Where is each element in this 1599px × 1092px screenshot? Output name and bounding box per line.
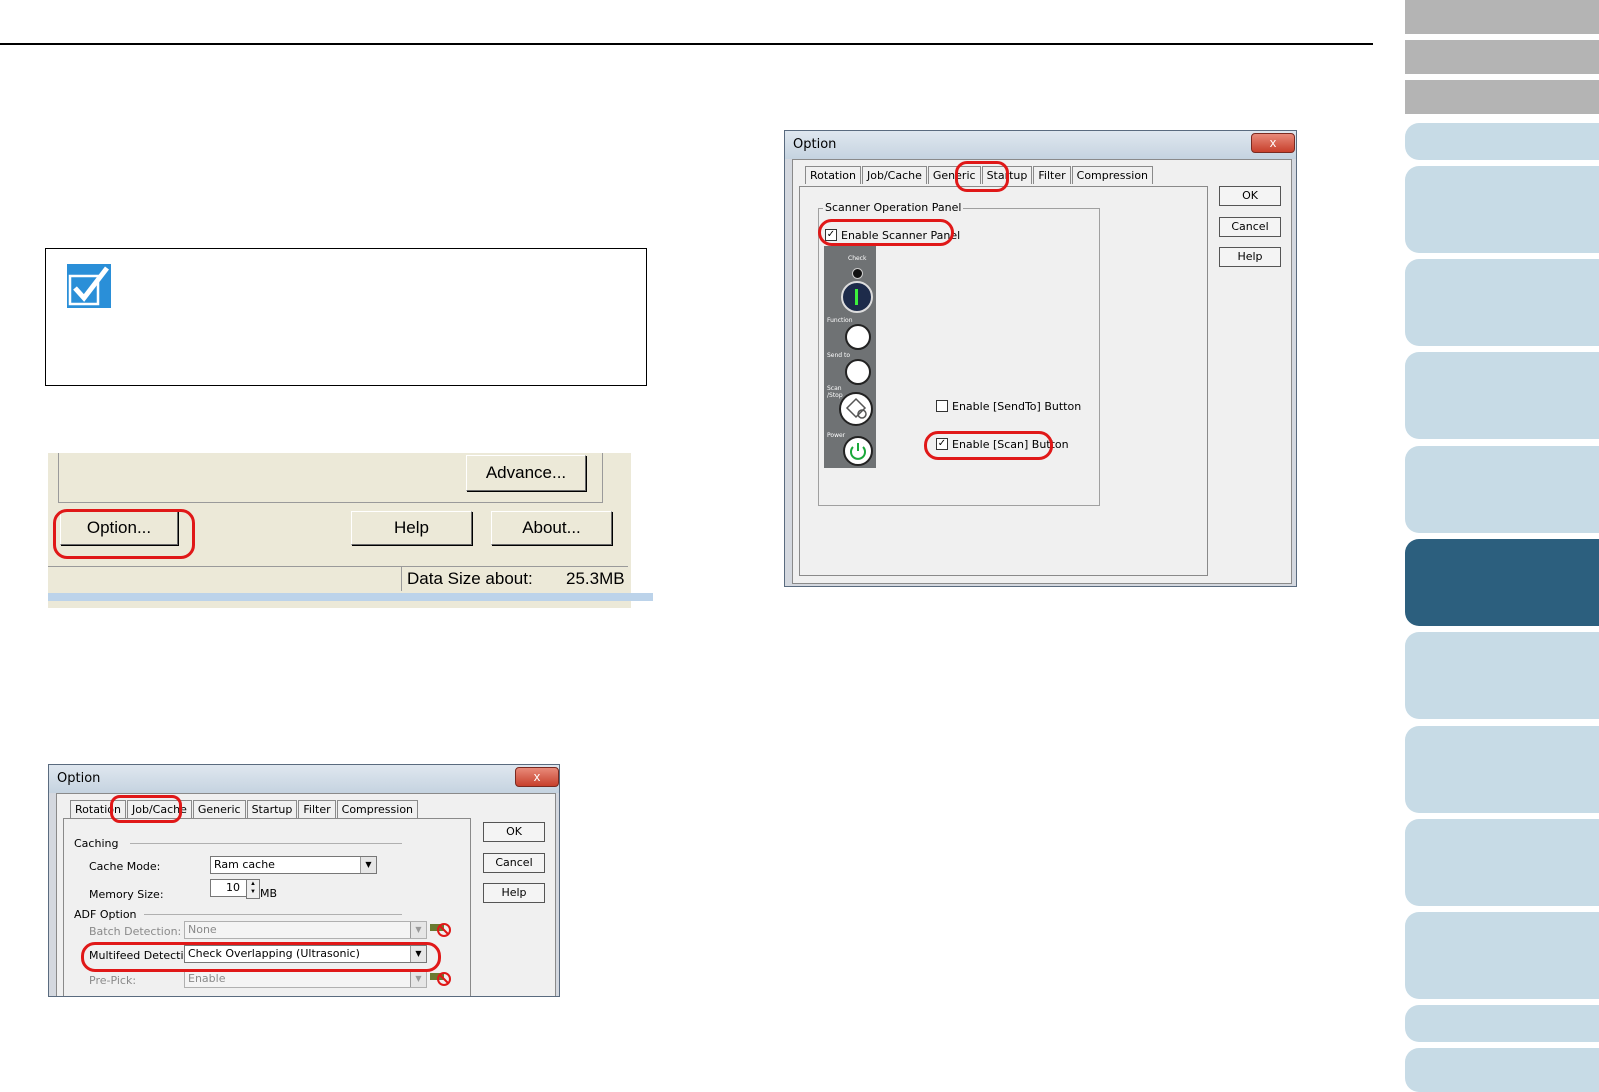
not-supported-icon <box>430 972 451 986</box>
power-icon <box>850 443 866 460</box>
prepick-label: Pre-Pick: <box>89 974 137 987</box>
adf-option-label: ADF Option <box>74 908 137 921</box>
help-button[interactable]: Help <box>483 883 545 903</box>
nav-tab-1[interactable] <box>1405 0 1599 34</box>
prepick-select: Enable ▼ <box>184 970 427 988</box>
batch-detection-value: None <box>188 923 217 936</box>
function-label: Function <box>827 317 853 324</box>
window-edge <box>631 453 653 608</box>
multifeed-highlight-ring <box>81 942 441 972</box>
nav-tab-3[interactable] <box>1405 80 1599 114</box>
help-button[interactable]: Help <box>351 511 472 545</box>
adf-separator <box>144 914 402 915</box>
cache-mode-label: Cache Mode: <box>89 860 161 873</box>
not-supported-icon <box>430 923 451 937</box>
nav-tab-9-active[interactable] <box>1405 539 1599 626</box>
jobcache-tab-highlight-ring <box>110 795 182 823</box>
nav-tab-7[interactable] <box>1405 352 1599 439</box>
nav-tab-15[interactable] <box>1405 1048 1599 1092</box>
tab-compression[interactable]: Compression <box>1071 166 1154 184</box>
cache-mode-select[interactable]: Ram cache ▼ <box>210 856 377 874</box>
nav-tab-8[interactable] <box>1405 446 1599 533</box>
tab-rotation[interactable]: Rotation <box>805 166 862 184</box>
tab-compression[interactable]: Compression <box>336 800 419 818</box>
tab-filter[interactable]: Filter <box>1033 166 1071 184</box>
ok-button[interactable]: OK <box>483 822 545 842</box>
memory-size-input[interactable]: 10 <box>210 879 247 897</box>
function-number-display <box>841 281 873 313</box>
tab-filter[interactable]: Filter <box>298 800 336 818</box>
nav-tab-6[interactable] <box>1405 259 1599 346</box>
advance-button[interactable]: Advance... <box>466 455 586 491</box>
dialog-title: Option <box>57 771 101 786</box>
header-rule <box>0 43 1373 45</box>
nav-tab-4[interactable] <box>1405 123 1599 160</box>
nav-tab-5[interactable] <box>1405 166 1599 253</box>
about-button[interactable]: About... <box>491 511 612 545</box>
nav-tab-12[interactable] <box>1405 819 1599 906</box>
nav-tab-14[interactable] <box>1405 1005 1599 1042</box>
scanner-panel-image: Check Function Send to Scan /Stop Power <box>824 246 876 468</box>
memory-size-value: 10 <box>226 881 240 894</box>
dialog-titlebar: Option <box>785 131 1296 159</box>
note-box <box>45 248 647 386</box>
prepick-value: Enable <box>188 972 226 985</box>
cancel-button[interactable]: Cancel <box>1219 217 1281 237</box>
scan-button <box>839 392 873 426</box>
scan-icon <box>845 397 867 419</box>
enable-sendto-label: Enable [SendTo] Button <box>952 400 1082 413</box>
tab-startup[interactable]: Startup <box>246 800 298 818</box>
check-indicator <box>852 268 863 279</box>
cancel-button[interactable]: Cancel <box>483 853 545 873</box>
enable-scan-highlight-ring <box>924 431 1053 460</box>
checkmark-icon <box>67 264 111 308</box>
power-label: Power <box>827 432 846 439</box>
help-button[interactable]: Help <box>1219 247 1281 267</box>
chevron-down-icon: ▼ <box>410 971 426 987</box>
caching-label: Caching <box>74 837 119 850</box>
status-field: Data Size about: 25.3MB <box>401 567 628 591</box>
check-label: Check <box>848 255 867 262</box>
chevron-down-icon[interactable]: ▼ <box>360 857 376 873</box>
caching-separator <box>130 843 402 844</box>
power-button <box>843 436 873 466</box>
cache-mode-value: Ram cache <box>214 858 275 871</box>
group-label: Scanner Operation Panel <box>823 201 964 214</box>
dialog-title: Option <box>793 137 837 152</box>
function-button <box>845 324 871 350</box>
close-button[interactable]: x <box>515 767 559 787</box>
nav-tab-13[interactable] <box>1405 912 1599 999</box>
data-size-value: 25.3MB <box>566 569 625 588</box>
startup-tab-highlight-ring <box>955 161 1009 192</box>
ok-button[interactable]: OK <box>1219 186 1281 206</box>
data-size-label: Data Size about: <box>407 569 533 588</box>
memory-size-unit: MB <box>260 887 278 900</box>
sendto-label: Send to <box>827 352 851 359</box>
nav-tab-11[interactable] <box>1405 726 1599 813</box>
digit-display <box>855 289 858 305</box>
enable-panel-highlight-ring <box>818 219 954 246</box>
chevron-down-icon: ▼ <box>410 922 426 938</box>
option-highlight-ring <box>53 509 195 559</box>
nav-tab-10[interactable] <box>1405 632 1599 719</box>
memory-size-stepper[interactable]: ▲ ▼ <box>246 879 260 899</box>
dialog-titlebar: Option <box>49 765 559 793</box>
close-button[interactable]: x <box>1251 133 1295 153</box>
memory-size-label: Memory Size: <box>89 888 164 901</box>
window-bottom-border <box>48 593 653 601</box>
enable-sendto-checkbox[interactable] <box>936 400 948 412</box>
sendto-button <box>845 359 871 385</box>
nav-tab-2[interactable] <box>1405 40 1599 74</box>
tab-job-cache[interactable]: Job/Cache <box>862 166 927 184</box>
batch-detection-label: Batch Detection: <box>89 925 182 938</box>
tab-generic[interactable]: Generic <box>192 800 246 818</box>
batch-detection-select: None ▼ <box>184 921 427 939</box>
